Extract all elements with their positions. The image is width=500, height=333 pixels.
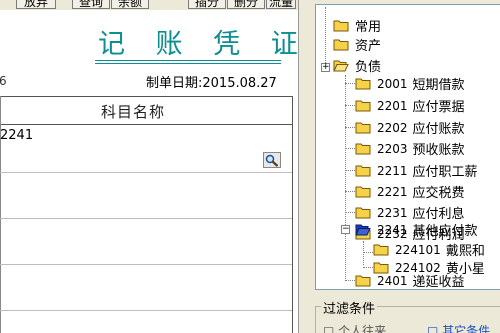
grid-header-border: [0, 124, 292, 125]
grid-row-line: [0, 310, 292, 311]
tree-node-2241[interactable]: 2241 其他应付款: [355, 220, 478, 239]
tree-connector: [345, 191, 355, 192]
folder-icon: [355, 78, 371, 90]
folder-open-icon: [333, 60, 349, 72]
tree-node-2401[interactable]: 2401 递延收益: [355, 271, 465, 289]
folder-icon: [355, 275, 371, 287]
tree-connector: [345, 280, 355, 281]
tree-node-2221[interactable]: 2221 应交税费: [355, 182, 465, 201]
cash-flow-button[interactable]: 流量: [266, 0, 296, 9]
tree-node-2211[interactable]: 2211 应付职工薪: [355, 161, 478, 180]
tree-connector: [345, 127, 355, 128]
toolbar: 打印 放弃 查询 余额 插分 删分 流量: [0, 0, 298, 10]
tree-node-assets[interactable]: 资产: [333, 35, 381, 54]
tree-connector: [325, 7, 326, 67]
insert-entry-button[interactable]: 插分: [188, 0, 226, 9]
voucher-number: 6: [0, 74, 7, 88]
folder-icon: [373, 244, 389, 256]
folder-icon: [333, 20, 349, 32]
voucher-title: 记 账 凭 证: [98, 29, 298, 60]
tree-node-2201[interactable]: 2201 应付票据: [355, 96, 465, 115]
folder-icon: [355, 207, 371, 219]
folder-icon: [355, 122, 371, 134]
account-lookup-button[interactable]: [263, 152, 281, 168]
tree-connector: [363, 267, 373, 268]
tree-connector: [345, 105, 355, 106]
tree-node-frequent[interactable]: 常用: [333, 16, 381, 35]
tree-node-2203[interactable]: 2203 预收账款: [355, 139, 465, 158]
account-cell-input[interactable]: 2241: [0, 128, 33, 143]
magnifier-icon: [265, 154, 279, 167]
title-underline-double: [95, 63, 281, 64]
folder-open-icon: [355, 224, 371, 236]
grid-right-border: [292, 96, 293, 333]
collapse-2241-toggle[interactable]: −: [341, 225, 350, 234]
grid-row-line: [0, 172, 292, 173]
account-name-column-header: 科目名称: [101, 103, 166, 121]
abandon-button[interactable]: 放弃: [16, 0, 56, 9]
title-underline: [95, 60, 281, 61]
tree-connector: [345, 212, 355, 213]
filter-label: 过滤条件: [321, 298, 378, 317]
tree-node-2202[interactable]: 2202 应付账款: [355, 118, 465, 137]
other-conditions-checkbox[interactable]: □ 其它条件: [427, 322, 490, 333]
tree-node-2001[interactable]: 2001 短期借款: [355, 74, 465, 93]
balance-button[interactable]: 余额: [111, 0, 149, 9]
tree-connector: [345, 170, 355, 171]
tree-connector: [363, 241, 364, 265]
folder-icon: [355, 186, 371, 198]
personal-dealings-checkbox[interactable]: □ 个人往来: [323, 322, 386, 333]
grid-row-line: [0, 218, 292, 219]
folder-icon: [355, 100, 371, 112]
folder-icon: [333, 39, 349, 51]
make-date: 制单日期:2015.08.27: [146, 76, 277, 91]
grid-row-line: [0, 264, 292, 265]
tree-connector: [345, 148, 355, 149]
grid-top-border: [0, 96, 292, 97]
tree-connector: [363, 252, 373, 253]
delete-entry-button[interactable]: 删分: [227, 0, 265, 9]
account-tree-window: + − 常用 资产 负债 2001 短期借款 2201 应付票据 2202 应付账款: [298, 0, 500, 333]
collapse-liabilities-toggle[interactable]: +: [321, 63, 330, 72]
tree-node-224101[interactable]: 224101 戴熙和: [373, 240, 485, 259]
tree-connector: [345, 83, 355, 84]
query-button[interactable]: 查询: [72, 0, 110, 9]
folder-icon: [355, 165, 371, 177]
folder-icon: [355, 143, 371, 155]
voucher-panel: 打印 放弃 查询 余额 插分 删分 流量 记 账 凭 证 6 制单日期:2015…: [0, 0, 298, 333]
tree-node-liabilities[interactable]: 负债: [333, 56, 381, 75]
account-tree[interactable]: + − 常用 资产 负债 2001 短期借款 2201 应付票据 2202 应付账款: [315, 4, 500, 290]
